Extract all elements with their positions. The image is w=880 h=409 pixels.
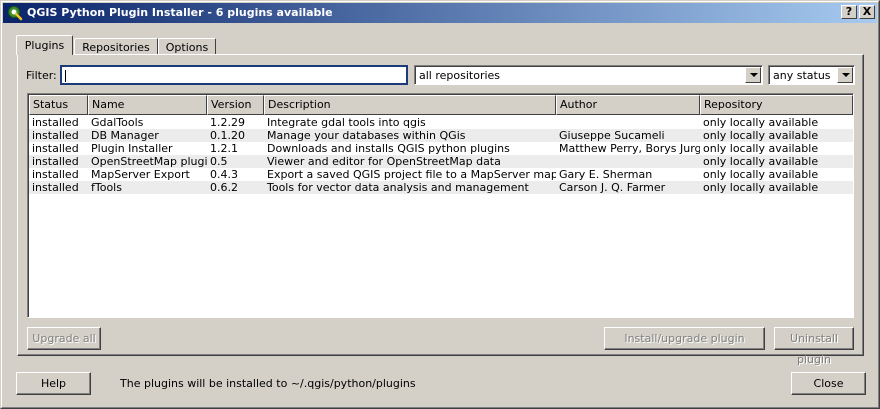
cell-name: OpenStreetMap plugin [91, 155, 207, 168]
table-row[interactable]: installed fTools 0.6.2 Tools for vector … [29, 181, 853, 194]
cell-name: fTools [91, 181, 122, 194]
cell-name: DB Manager [91, 129, 159, 142]
qgis-logo-icon [8, 6, 23, 21]
filter-input[interactable] [60, 65, 408, 85]
close-button[interactable]: Close [791, 372, 866, 395]
cell-author [556, 116, 700, 129]
chevron-down-icon [842, 73, 850, 77]
cell-status: installed [32, 129, 79, 142]
chevron-down-icon [750, 73, 758, 77]
cell-name: Plugin Installer [91, 142, 173, 155]
repository-select-value: all repositories [419, 69, 501, 82]
cell-description: Viewer and editor for OpenStreetMap data [267, 155, 501, 168]
column-header-description[interactable]: Description [264, 95, 556, 115]
cell-version: 0.6.2 [210, 181, 238, 194]
cell-version: 0.5 [210, 155, 228, 168]
cell-repository: only locally available [703, 142, 819, 155]
text-caret [65, 70, 66, 82]
cell-status: installed [32, 116, 79, 129]
tab-plugins[interactable]: Plugins [16, 35, 73, 55]
window-title: QGIS Python Plugin Installer - 6 plugins… [27, 6, 333, 19]
column-header-version[interactable]: Version [207, 95, 264, 115]
cell-version: 1.2.29 [210, 116, 245, 129]
column-header-status[interactable]: Status [29, 95, 88, 115]
cell-version: 0.4.3 [210, 168, 238, 181]
filter-label: Filter: [26, 69, 57, 82]
table-row[interactable]: installed GdalTools 1.2.29 Integrate gda… [29, 116, 853, 129]
tab-options[interactable]: Options [158, 38, 216, 55]
column-header-author[interactable]: Author [556, 95, 700, 115]
cell-version: 0.1.20 [210, 129, 245, 142]
column-header-name[interactable]: Name [88, 95, 207, 115]
window-close-button[interactable]: X [859, 5, 875, 19]
cell-author: Gary E. Sherman [559, 168, 653, 181]
status-select[interactable]: any status [768, 65, 855, 85]
cell-repository: only locally available [703, 155, 819, 168]
table-header: Status Name Version Description Author R… [29, 95, 853, 115]
cell-name: GdalTools [91, 116, 144, 129]
cell-status: installed [32, 168, 79, 181]
cell-description: Tools for vector data analysis and manag… [267, 181, 529, 194]
cell-repository: only locally available [703, 129, 819, 142]
cell-status: installed [32, 181, 79, 194]
cell-status: installed [32, 155, 79, 168]
cell-version: 1.2.1 [210, 142, 238, 155]
context-help-button[interactable]: ? [841, 5, 857, 19]
cell-author: Giuseppe Sucameli [559, 129, 665, 142]
uninstall-plugin-button[interactable]: Uninstall plugin [774, 327, 854, 366]
cell-author: Carson J. Q. Farmer [559, 181, 666, 194]
cell-repository: only locally available [703, 168, 819, 181]
cell-description: Manage your databases within QGis [267, 129, 466, 142]
tab-repositories[interactable]: Repositories [74, 38, 158, 55]
title-bar[interactable]: QGIS Python Plugin Installer - 6 plugins… [3, 3, 877, 23]
cell-name: MapServer Export [91, 168, 190, 181]
cell-repository: only locally available [703, 116, 819, 129]
help-button[interactable]: Help [16, 372, 91, 395]
cell-author [556, 155, 700, 168]
column-header-repository[interactable]: Repository [700, 95, 853, 115]
cell-repository: only locally available [703, 181, 819, 194]
cell-author: Matthew Perry, Borys Jurgiel [559, 142, 700, 155]
repository-select-dropdown-button[interactable] [745, 67, 761, 83]
upgrade-all-button[interactable]: Upgrade all [27, 327, 101, 350]
status-select-value: any status [773, 69, 831, 82]
install-path-status: The plugins will be installed to ~/.qgis… [120, 377, 416, 390]
plugins-table[interactable]: Status Name Version Description Author R… [27, 93, 854, 318]
plugin-installer-window: QGIS Python Plugin Installer - 6 plugins… [0, 0, 880, 409]
cell-description: Integrate gdal tools into qgis [267, 116, 426, 129]
tab-repositories-label: Repositories [82, 41, 150, 54]
table-row[interactable]: installed MapServer Export 0.4.3 Export … [29, 168, 853, 181]
install-upgrade-plugin-button[interactable]: Install/upgrade plugin [604, 327, 765, 350]
cell-description: Export a saved QGIS project file to a Ma… [267, 168, 556, 181]
table-row[interactable]: installed DB Manager 0.1.20 Manage your … [29, 129, 853, 142]
table-row[interactable]: installed Plugin Installer 1.2.1 Downloa… [29, 142, 853, 155]
cell-description: Downloads and installs QGIS python plugi… [267, 142, 510, 155]
status-select-dropdown-button[interactable] [837, 67, 853, 83]
tab-options-label: Options [165, 41, 209, 54]
repository-select[interactable]: all repositories [414, 65, 763, 85]
cell-status: installed [32, 142, 79, 155]
tab-plugins-label: Plugins [24, 39, 65, 52]
table-row[interactable]: installed OpenStreetMap plugin 0.5 Viewe… [29, 155, 853, 168]
